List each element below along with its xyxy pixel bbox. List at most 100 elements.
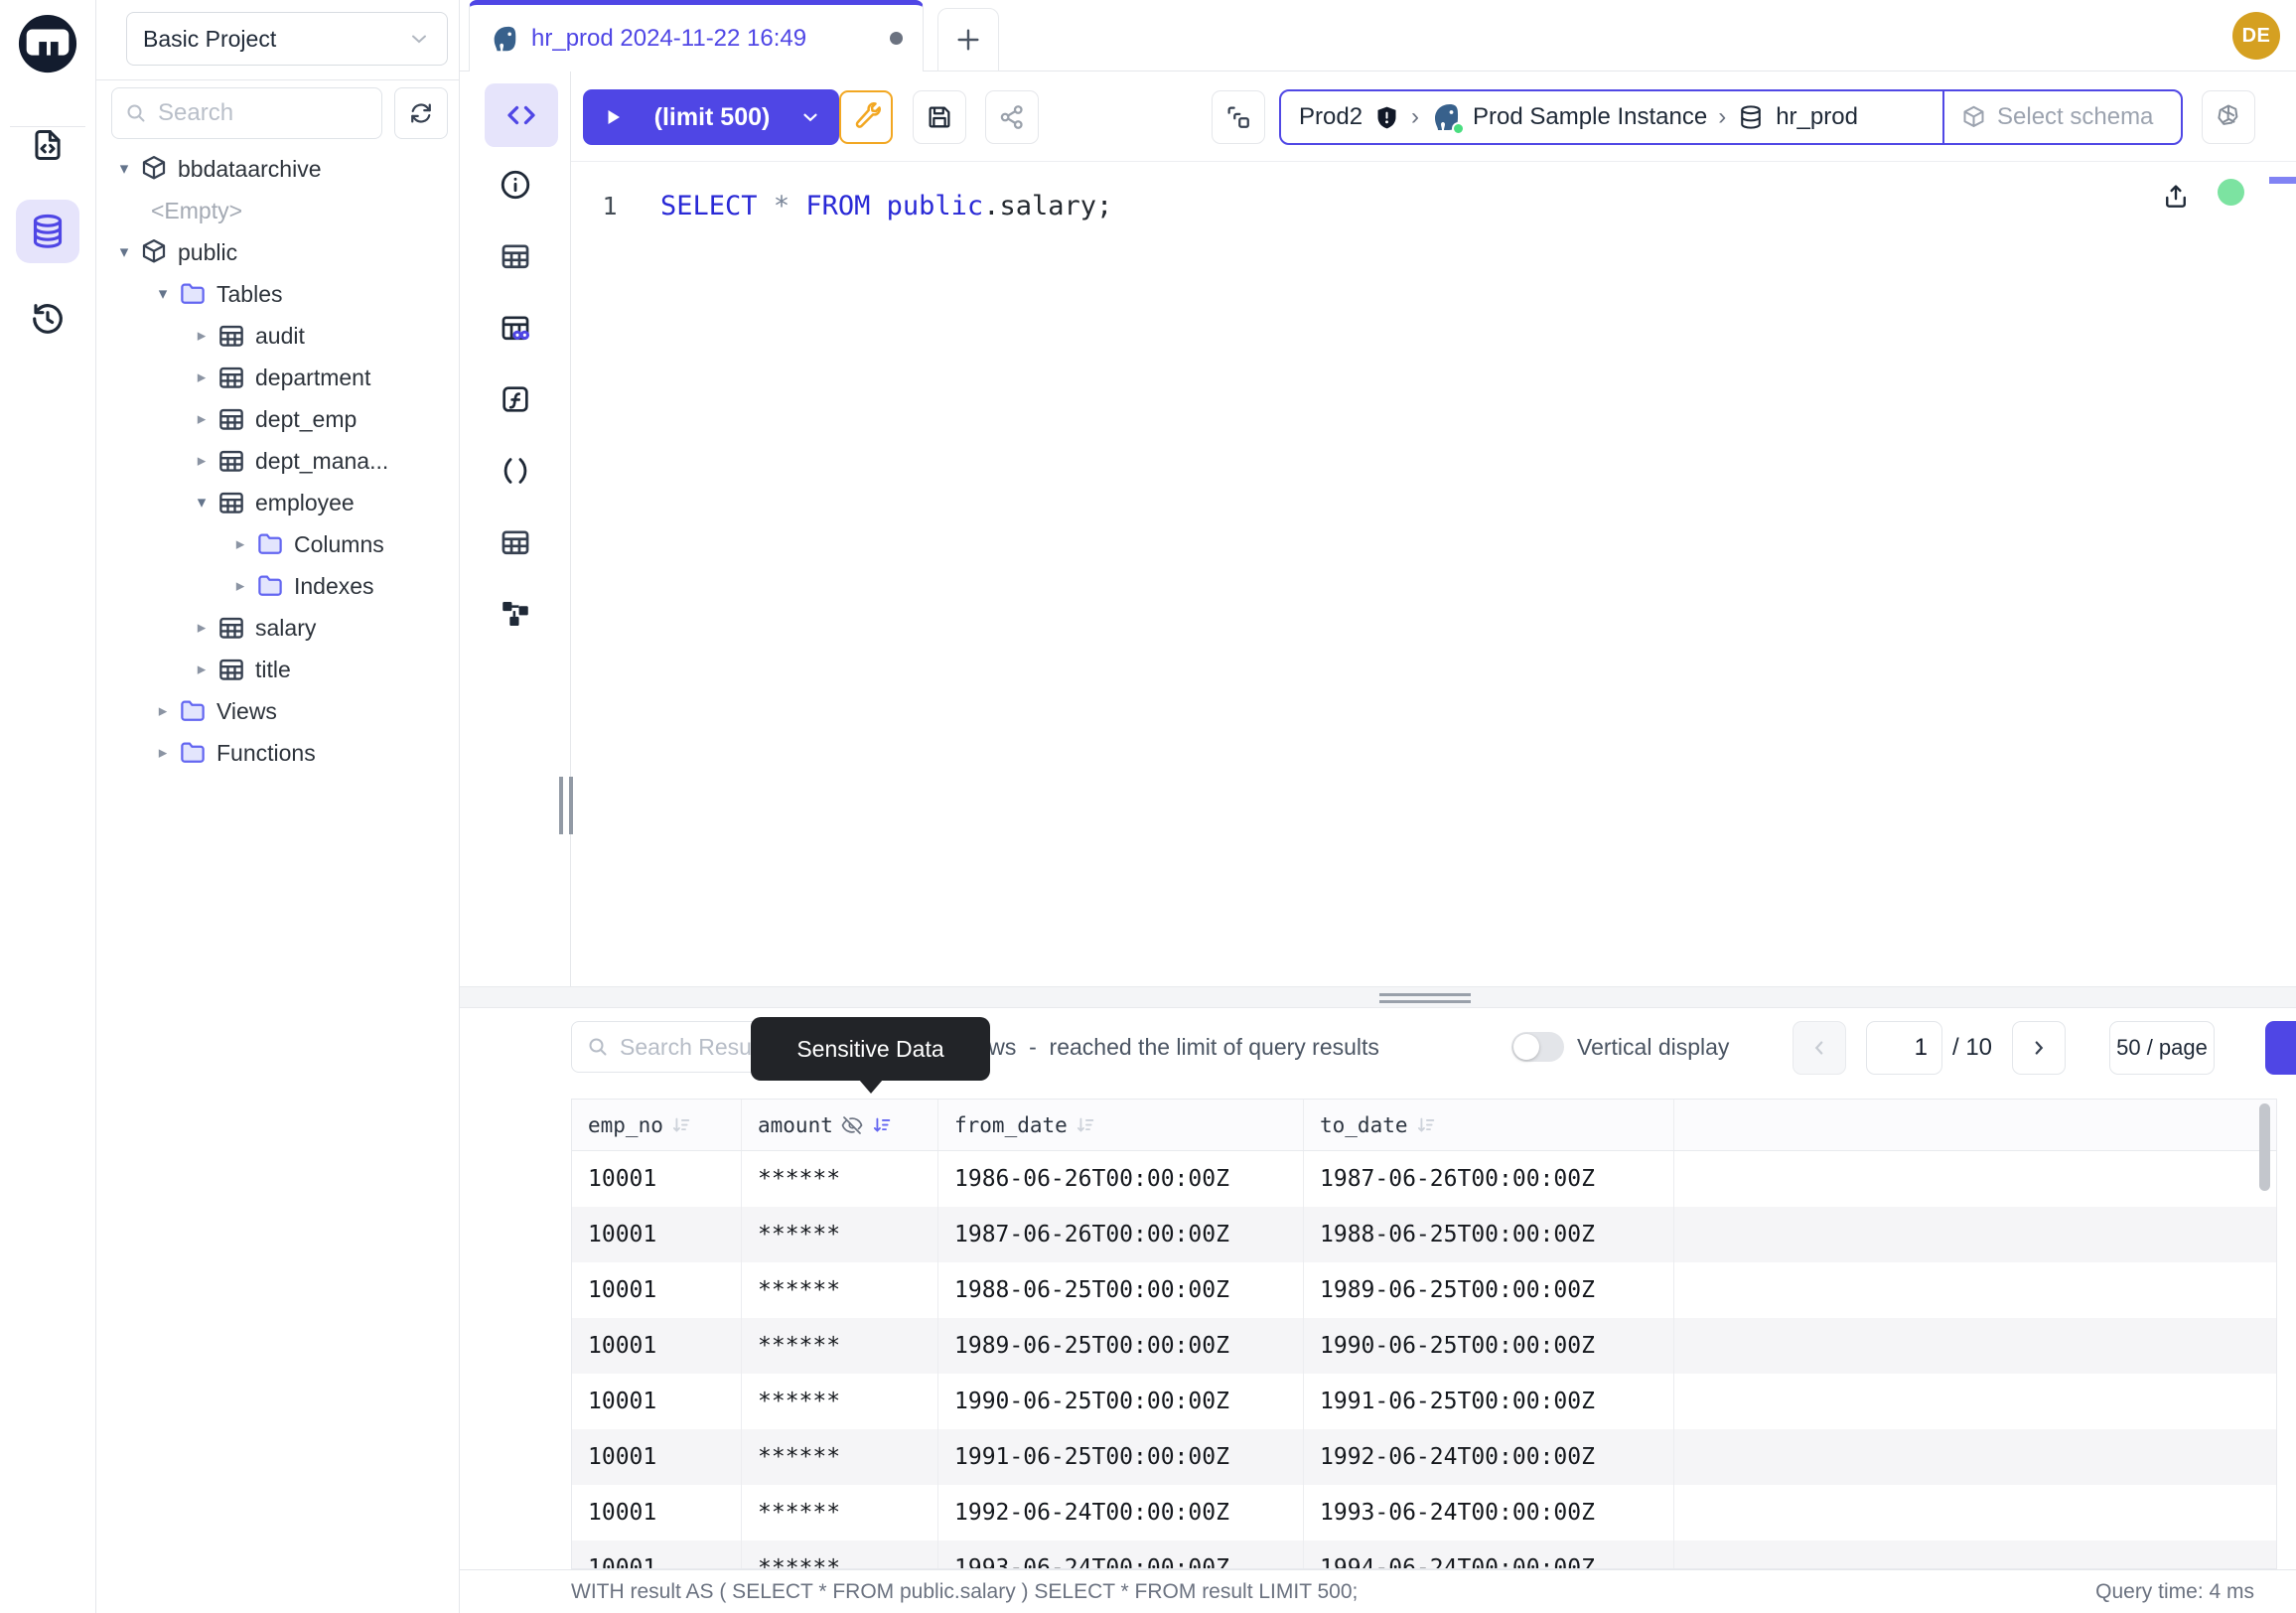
caret-right-icon[interactable]: ▸ — [225, 576, 255, 596]
tree-item-label: <Empty> — [151, 198, 242, 224]
sidebar-resize-handle[interactable] — [557, 777, 575, 834]
caret-down-icon[interactable]: ▾ — [187, 493, 216, 513]
tree-item-functions[interactable]: ▸Functions — [96, 732, 460, 774]
table-row[interactable]: 10001******1992-06-24T00:00:00Z1993-06-2… — [572, 1485, 2276, 1540]
tree-item-dept-mana[interactable]: ▸dept_mana... — [96, 440, 460, 482]
next-page-button[interactable] — [2012, 1021, 2066, 1075]
rail-history-button[interactable] — [16, 287, 79, 351]
column-header-amount[interactable]: amount — [742, 1100, 938, 1150]
column-header-emp_no[interactable]: emp_no — [572, 1100, 742, 1150]
share-sheet-button[interactable] — [985, 90, 1039, 144]
user-avatar[interactable]: DE — [2232, 12, 2280, 60]
select-schema-button[interactable]: Select schema — [1944, 91, 2181, 143]
tree-item-title[interactable]: ▸ title — [96, 649, 460, 690]
tree-item-public[interactable]: ▾public — [96, 231, 460, 273]
caret-right-icon[interactable]: ▸ — [187, 618, 216, 638]
history-icon — [29, 300, 67, 338]
strip-table-grid-button[interactable] — [494, 520, 537, 564]
table-row[interactable]: 10001******1986-06-26T00:00:00Z1987-06-2… — [572, 1151, 2276, 1207]
strip-schema-diagram-button[interactable] — [494, 592, 537, 636]
sidebar-divider — [96, 79, 460, 80]
rail-worksheet-button[interactable] — [16, 113, 79, 177]
ai-assistant-button[interactable] — [2202, 90, 2255, 144]
editor-panel-button[interactable] — [485, 83, 558, 147]
caret-right-icon[interactable]: ▸ — [148, 701, 178, 721]
tree-item-tables[interactable]: ▾Tables — [96, 273, 460, 315]
format-sql-button[interactable] — [839, 90, 893, 144]
table-row[interactable]: 10001******1990-06-25T00:00:00Z1991-06-2… — [572, 1374, 2276, 1429]
strip-parentheses-button[interactable] — [494, 449, 537, 493]
refresh-schema-button[interactable] — [394, 87, 448, 139]
page-size-select[interactable]: 50 / page — [2109, 1021, 2215, 1075]
table-grid-icon — [499, 525, 532, 559]
table-cell: ****** — [742, 1151, 938, 1207]
caret-right-icon[interactable]: ▸ — [187, 660, 216, 679]
column-header-from_date[interactable]: from_date — [938, 1100, 1304, 1150]
tree-item-department[interactable]: ▸department — [96, 357, 460, 398]
caret-right-icon[interactable]: ▸ — [225, 534, 255, 554]
sort-icon[interactable] — [1075, 1114, 1096, 1136]
eye-off-icon[interactable] — [840, 1113, 864, 1137]
caret-down-icon[interactable]: ▾ — [109, 242, 139, 262]
project-selector[interactable]: Basic Project — [126, 12, 448, 66]
caret-right-icon[interactable]: ▸ — [187, 409, 216, 429]
caret-down-icon[interactable]: ▾ — [148, 284, 178, 304]
table-cell: 10001 — [572, 1485, 742, 1540]
tree-item-dept-emp[interactable]: ▸dept_emp — [96, 398, 460, 440]
caret-right-icon[interactable]: ▸ — [148, 743, 178, 763]
bytebase-logo-icon[interactable] — [17, 13, 78, 74]
sql-editor[interactable]: 1 SELECT * FROM public.salary; — [571, 161, 2296, 986]
table-row[interactable]: 10001******1991-06-25T00:00:00Z1992-06-2… — [572, 1429, 2276, 1485]
strip-function-button[interactable] — [494, 377, 537, 421]
prev-page-button[interactable] — [1793, 1021, 1846, 1075]
shield-protected-icon — [1373, 104, 1400, 131]
tree-item-employee[interactable]: ▾employee — [96, 482, 460, 523]
sort-active-icon[interactable] — [871, 1114, 893, 1136]
grid-scrollbar[interactable] — [2259, 1103, 2270, 1191]
new-tab-button[interactable] — [937, 8, 999, 72]
table-row[interactable]: 10001******1988-06-25T00:00:00Z1989-06-2… — [572, 1262, 2276, 1318]
vertical-display-toggle[interactable] — [1511, 1032, 1564, 1062]
table-cell: 1989-06-25T00:00:00Z — [1304, 1262, 1674, 1318]
tree-item-audit[interactable]: ▸audit — [96, 315, 460, 357]
table-cell: 10001 — [572, 1540, 742, 1569]
sidebar-search-input[interactable] — [158, 99, 369, 127]
tree-item-indexes[interactable]: ▸Indexes — [96, 565, 460, 607]
batch-query-button[interactable] — [1212, 90, 1265, 144]
page-input[interactable] — [1866, 1021, 1942, 1075]
caret-down-icon[interactable]: ▾ — [109, 159, 139, 179]
chevron-down-icon[interactable] — [799, 106, 821, 128]
table-row[interactable]: 10001******1987-06-26T00:00:00Z1988-06-2… — [572, 1207, 2276, 1262]
tree-item-bbdataarchive[interactable]: ▾bbdataarchive — [96, 148, 460, 190]
results-resize-handle[interactable] — [460, 986, 2296, 1008]
tree-item-label: title — [255, 657, 291, 683]
caret-right-icon[interactable]: ▸ — [187, 451, 216, 471]
strip-table-masking-button[interactable] — [494, 306, 537, 350]
caret-right-icon[interactable]: ▸ — [187, 367, 216, 387]
caret-right-icon[interactable]: ▸ — [187, 326, 216, 346]
export-button-fragment[interactable] — [2265, 1021, 2296, 1075]
sidebar-search[interactable] — [111, 87, 382, 139]
sort-icon[interactable] — [670, 1114, 692, 1136]
tab-hr-prod[interactable]: hr_prod 2024-11-22 16:49 — [469, 0, 924, 72]
search-icon — [124, 101, 148, 125]
rail-database-button[interactable] — [16, 200, 79, 263]
table-cell: 1988-06-25T00:00:00Z — [1304, 1207, 1674, 1262]
tree-item-empty[interactable]: <Empty> — [96, 190, 460, 231]
column-header-filler — [1674, 1100, 2276, 1150]
upload-icon[interactable] — [2161, 181, 2191, 211]
strip-table-grid-button[interactable] — [494, 234, 537, 278]
sort-icon[interactable] — [1415, 1114, 1437, 1136]
tree-item-salary[interactable]: ▸salary — [96, 607, 460, 649]
table-row[interactable]: 10001******1989-06-25T00:00:00Z1990-06-2… — [572, 1318, 2276, 1374]
run-query-button[interactable]: (limit 500) — [583, 89, 839, 145]
grid-body: 10001******1986-06-26T00:00:00Z1987-06-2… — [572, 1151, 2276, 1569]
column-header-to_date[interactable]: to_date — [1304, 1100, 1674, 1150]
column-label: emp_no — [588, 1113, 663, 1137]
save-sheet-button[interactable] — [913, 90, 966, 144]
strip-info-button[interactable] — [494, 163, 537, 207]
tree-item-columns[interactable]: ▸Columns — [96, 523, 460, 565]
table-row[interactable]: 10001******1993-06-24T00:00:00Z1994-06-2… — [572, 1540, 2276, 1569]
tree-item-views[interactable]: ▸Views — [96, 690, 460, 732]
connection-breadcrumb[interactable]: Prod2 › Prod Sample Instance › hr_prod — [1281, 91, 1944, 143]
